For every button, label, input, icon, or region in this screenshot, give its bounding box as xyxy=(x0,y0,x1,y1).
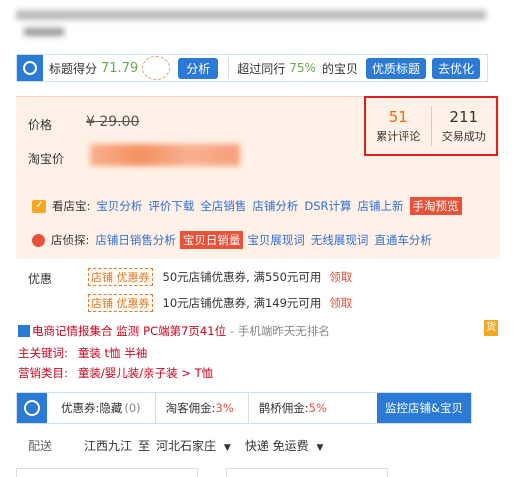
kdb-link-item-analysis[interactable]: 宝贝分析 xyxy=(96,198,142,214)
go-optimize-button[interactable]: 去优化 xyxy=(431,57,480,79)
dzt-link-item-keywords[interactable]: 宝贝展现词 xyxy=(247,232,305,248)
reviews-stat: 51 累计评论 xyxy=(366,108,431,144)
divider xyxy=(154,393,156,423)
goods-badge[interactable]: 货 xyxy=(484,320,498,336)
coupon-desc: 10元店铺优惠券, 满149元可用 xyxy=(162,296,322,310)
coupon-desc: 50元店铺优惠券, 满550元可用 xyxy=(162,270,322,284)
deals-stat: 211 交易成功 xyxy=(432,108,497,144)
intel-rank: PC端第7页41位 xyxy=(143,324,227,338)
surpass-prefix: 超过同行 xyxy=(237,61,286,76)
intel-row: 电商记情报集合 监测 PC端第7页41位 - 手机端昨天无排名 xyxy=(18,322,330,340)
dzt-item-daily-sales-button[interactable]: 宝贝日销量 xyxy=(179,231,244,249)
coupon-claim-link[interactable]: 领取 xyxy=(329,269,352,285)
coupon-item: 店铺 优惠券 50元店铺优惠券, 满550元可用 领取 xyxy=(88,268,352,286)
reviews-label: 累计评论 xyxy=(376,130,421,143)
reviews-value: 51 xyxy=(388,108,408,126)
kandianbao-label: 看店宝: xyxy=(52,199,91,213)
keywords-row: 主关键词: 童装 t恤 半袖 xyxy=(18,344,147,362)
intel-head: 电商记情报集合 监测 xyxy=(32,324,140,338)
title-score-bar: 标题得分 71.79 分析 超过同行 75% 的宝贝 优质标题 去优化 xyxy=(16,54,488,82)
dzt-link-ztc-analysis[interactable]: 直通车分析 xyxy=(374,232,432,248)
kandianbao-icon: ✓ xyxy=(32,199,46,213)
keywords-label: 主关键词: xyxy=(18,346,68,360)
monitor-store-item-button[interactable]: 监控店铺&宝贝 xyxy=(377,393,471,423)
shipping-to: 河北石家庄 xyxy=(156,438,217,453)
surpass-percent: 75% xyxy=(289,61,316,75)
old-price: ¥ 29.00 xyxy=(86,114,140,130)
taoke-pct: 3% xyxy=(215,401,234,415)
chevron-down-icon: ▼ xyxy=(223,442,231,453)
taoke-label: 淘客佣金: xyxy=(165,401,216,415)
dianzhentan-icon xyxy=(32,233,45,247)
dzt-link-mobile-keywords[interactable]: 无线展现词 xyxy=(311,232,369,248)
shipping-destination-select[interactable]: 河北石家庄 ▼ xyxy=(156,437,231,454)
coupon-tag: 店铺 优惠券 xyxy=(88,268,153,286)
dzt-link-store-daily-sales[interactable]: 店铺日销售分析 xyxy=(95,232,176,248)
kandianbao-row: ✓ 看店宝: 宝贝分析 评价下载 全店销售 店铺分析 DSR计算 店铺上新 手淘… xyxy=(32,196,462,216)
shipping-label: 配送 xyxy=(28,438,53,453)
coupon-claim-link[interactable]: 领取 xyxy=(329,295,352,311)
dianzhentan-row: 店侦探: 店铺日销售分析 宝贝日销量 宝贝展现词 无线展现词 直通车分析 xyxy=(32,230,432,250)
coupon-item: 店铺 优惠券 10元店铺优惠券, 满149元可用 领取 xyxy=(88,294,352,312)
queqiao-pct: 5% xyxy=(308,401,327,415)
kdb-mobile-preview-button[interactable]: 手淘预览 xyxy=(409,197,462,215)
plugin-logo-icon xyxy=(17,55,43,81)
shipping-to-word: 至 xyxy=(138,438,151,453)
keywords-values: 童装 t恤 半袖 xyxy=(77,346,148,360)
kdb-link-dsr-calc[interactable]: DSR计算 xyxy=(304,198,351,214)
score-medal-icon xyxy=(142,56,171,80)
title-score-value: 71.79 xyxy=(101,60,139,76)
coupon-tag: 店铺 优惠券 xyxy=(88,294,153,312)
surpass-suffix: 的宝贝 xyxy=(321,61,358,76)
shipping-row: 配送 江西九江 至 河北石家庄 ▼ 快递 免运费 ▼ xyxy=(28,436,323,454)
shipping-method: 快递 免运费 xyxy=(244,438,309,453)
coupon-hidden-label[interactable]: 优惠券:隐藏 xyxy=(61,400,122,416)
quality-title-button[interactable]: 优质标题 xyxy=(365,57,426,79)
category-values: 童装/婴儿装/亲子装 > T恤 xyxy=(77,366,214,380)
divider xyxy=(228,58,230,78)
deals-label: 交易成功 xyxy=(441,130,486,143)
shipping-method-select[interactable]: 快递 免运费 ▼ xyxy=(245,437,324,454)
kdb-link-review-download[interactable]: 评价下载 xyxy=(148,198,194,214)
plugin-logo-icon xyxy=(17,393,47,423)
intel-logo-icon xyxy=(18,325,30,337)
kdb-link-store-sales[interactable]: 全店销售 xyxy=(200,198,246,214)
shipping-from: 江西九江 xyxy=(84,438,133,453)
category-row: 营销类目: 童装/婴儿装/亲子装 > T恤 xyxy=(18,364,213,382)
coupon-label: 优惠 xyxy=(28,272,53,286)
kdb-link-store-analysis[interactable]: 店铺分析 xyxy=(252,198,298,214)
dianzhentan-label: 店侦探: xyxy=(51,233,90,247)
stats-box: 51 累计评论 211 交易成功 xyxy=(364,96,498,156)
commission-bar: 优惠券:隐藏 (0) 淘客佣金: 3% 鹊桥佣金: 5% 监控店铺&宝贝 xyxy=(16,392,472,424)
product-title-blurred xyxy=(16,6,486,40)
deals-value: 211 xyxy=(449,108,479,126)
price-label: 价格 xyxy=(28,118,53,132)
analyze-button[interactable]: 分析 xyxy=(178,57,219,79)
divider xyxy=(247,393,249,423)
taobao-price-label: 淘宝价 xyxy=(28,152,65,166)
chevron-down-icon: ▼ xyxy=(316,442,324,453)
intel-note: - 手机端昨天无排名 xyxy=(230,324,330,338)
kdb-link-new-arrivals[interactable]: 店铺上新 xyxy=(358,198,404,214)
category-label: 营销类目: xyxy=(18,366,68,380)
coupon-hidden-count: (0) xyxy=(124,401,141,415)
taobao-price-blurred xyxy=(90,144,240,166)
queqiao-label: 鹊桥佣金: xyxy=(258,401,309,415)
title-score-label: 标题得分 xyxy=(49,61,98,76)
